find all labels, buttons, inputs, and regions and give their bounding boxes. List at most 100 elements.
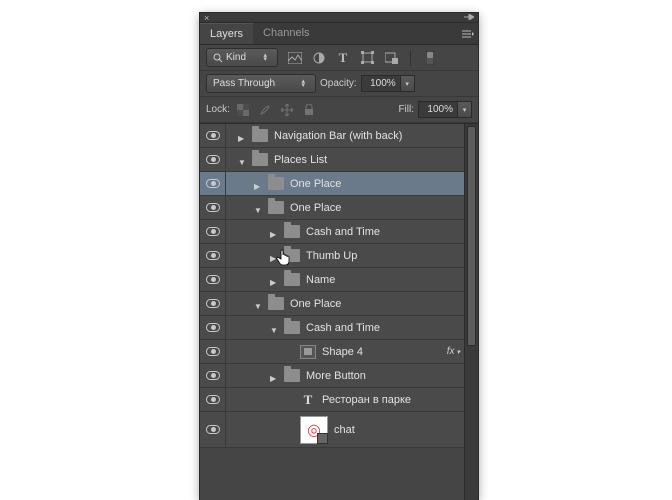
layer-content: One Place [226,292,464,315]
layer-name[interactable]: Cash and Time [306,226,380,238]
lock-brush-icon[interactable] [256,101,274,119]
filter-adjust-icon[interactable] [310,49,328,67]
filter-smart-icon[interactable] [382,49,400,67]
visibility-toggle[interactable] [200,388,226,411]
layer-row[interactable]: One Place [200,172,464,196]
disclosure-triangle-icon[interactable] [238,132,246,140]
disclosure-triangle-icon[interactable] [254,204,262,212]
disclosure-triangle-icon[interactable] [238,156,246,164]
eye-icon [206,227,220,236]
layers-panel: × Layers Channels Kind ▴▾ [200,13,478,500]
layer-row[interactable]: TРесторан в парке [200,388,464,412]
layer-name[interactable]: One Place [290,298,341,310]
lock-all-icon[interactable] [300,101,318,119]
blend-mode-dropdown[interactable]: Pass Through ▴▾ [206,74,316,93]
eye-icon [206,395,220,404]
layer-name[interactable]: Name [306,274,335,286]
filter-toggle-switch[interactable] [421,49,439,67]
eye-icon [206,347,220,356]
eye-icon [206,299,220,308]
chevron-down-icon[interactable]: ▾ [458,101,472,118]
disclosure-triangle-icon[interactable] [270,228,278,236]
layer-row[interactable]: Cash and Time [200,316,464,340]
panel-menu-icon[interactable] [458,23,478,44]
layer-name[interactable]: Ресторан в парке [322,394,411,406]
folder-icon [268,177,284,190]
visibility-toggle[interactable] [200,340,226,363]
folder-icon [252,153,268,166]
visibility-toggle[interactable] [200,364,226,387]
layer-name[interactable]: One Place [290,178,341,190]
layer-name[interactable]: Shape 4 [322,346,363,358]
layer-row[interactable]: Places List [200,148,464,172]
scrollbar[interactable] [464,124,478,500]
filter-kind-label: Kind [226,52,246,63]
layer-content: Cash and Time [226,220,464,243]
filter-type-icon[interactable]: T [334,49,352,67]
visibility-toggle[interactable] [200,148,226,171]
visibility-toggle[interactable] [200,172,226,195]
visibility-toggle[interactable] [200,244,226,267]
chevron-updown-icon: ▴▾ [301,80,305,88]
eye-icon [206,203,220,212]
disclosure-triangle-icon[interactable] [270,324,278,332]
lock-row: Lock: Fill: 100% ▾ [200,97,478,123]
layer-effects-badge[interactable]: fx▾ [447,346,460,357]
layer-row[interactable]: Thumb Up [200,244,464,268]
layer-row[interactable]: Navigation Bar (with back) [200,124,464,148]
layer-name[interactable]: Thumb Up [306,250,357,262]
filter-pixel-icon[interactable] [286,49,304,67]
visibility-toggle[interactable] [200,124,226,147]
layer-name[interactable]: Cash and Time [306,322,380,334]
fill-field[interactable]: 100% ▾ [418,101,472,118]
layer-row[interactable]: More Button [200,364,464,388]
disclosure-triangle-icon[interactable] [270,372,278,380]
tab-layers[interactable]: Layers [200,23,253,44]
chevron-down-icon[interactable]: ▾ [401,75,415,92]
layer-name[interactable]: One Place [290,202,341,214]
layer-row[interactable]: One Place [200,292,464,316]
layer-name[interactable]: Places List [274,154,327,166]
folder-icon [284,225,300,238]
layer-row[interactable]: Shape 4 fx▾ [200,340,464,364]
tab-channels[interactable]: Channels [253,23,319,44]
blend-mode-label: Pass Through [213,78,275,89]
disclosure-triangle-icon[interactable] [254,180,262,188]
fill-value[interactable]: 100% [418,101,458,118]
layer-name[interactable]: More Button [306,370,366,382]
visibility-toggle[interactable] [200,292,226,315]
filter-type-icons: T [286,49,400,67]
eye-icon [206,155,220,164]
lock-move-icon[interactable] [278,101,296,119]
folder-icon [252,129,268,142]
collapse-icon[interactable] [464,14,474,20]
disclosure-triangle-icon[interactable] [270,276,278,284]
layer-row[interactable]: Cash and Time [200,220,464,244]
layer-list[interactable]: Navigation Bar (with back) Places List One… [200,124,464,500]
folder-icon [284,273,300,286]
layer-content: Cash and Time [226,316,464,339]
filter-shape-icon[interactable] [358,49,376,67]
opacity-value[interactable]: 100% [361,75,401,92]
panel-titlebar[interactable]: × [200,13,478,23]
layer-row[interactable]: Name [200,268,464,292]
eye-icon [206,275,220,284]
visibility-toggle[interactable] [200,412,226,447]
close-icon[interactable]: × [204,13,209,23]
lock-transparent-icon[interactable] [234,101,252,119]
layer-content: Navigation Bar (with back) [226,124,464,147]
visibility-toggle[interactable] [200,196,226,219]
layer-name[interactable]: Navigation Bar (with back) [274,130,402,142]
opacity-field[interactable]: 100% ▾ [361,75,415,92]
visibility-toggle[interactable] [200,316,226,339]
folder-icon [284,369,300,382]
visibility-toggle[interactable] [200,268,226,291]
scrollbar-thumb[interactable] [467,126,476,346]
visibility-toggle[interactable] [200,220,226,243]
layer-name[interactable]: chat [334,424,355,436]
layer-row[interactable]: One Place [200,196,464,220]
layer-row[interactable]: ◎chat [200,412,464,448]
chevron-updown-icon: ▴▾ [263,54,267,62]
filter-kind-dropdown[interactable]: Kind ▴▾ [206,48,278,67]
disclosure-triangle-icon[interactable] [254,300,262,308]
